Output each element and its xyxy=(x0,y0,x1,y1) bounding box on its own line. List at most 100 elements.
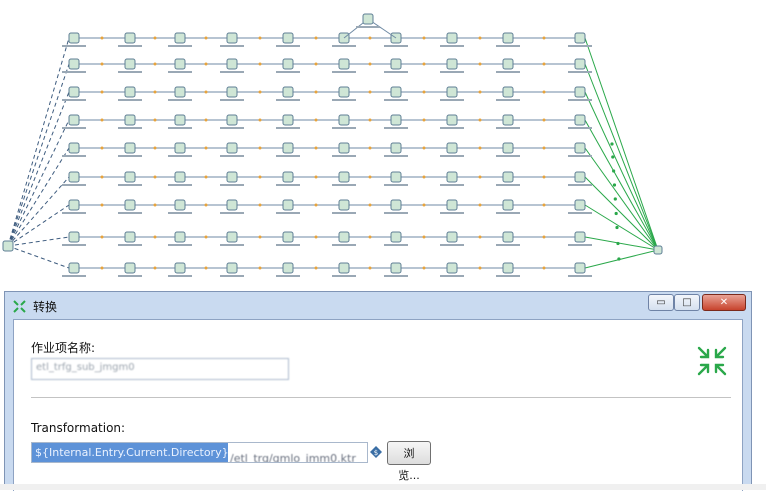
job-entry-label xyxy=(440,99,464,101)
hop-marker xyxy=(100,62,104,66)
job-entry-label xyxy=(276,155,300,157)
job-entry-node xyxy=(282,142,294,154)
job-entry-label xyxy=(568,212,592,214)
job-entry-label xyxy=(118,184,142,186)
svg-text:$: $ xyxy=(374,449,378,457)
job-entry-label xyxy=(332,155,356,157)
job-entry-name-field[interactable]: etl_trfg_sub_jmgm0 xyxy=(31,358,289,380)
hop-marker xyxy=(542,146,546,150)
job-entry-node xyxy=(174,86,186,98)
hop-marker xyxy=(368,62,372,66)
hop-marker xyxy=(368,175,372,179)
job-entry-label xyxy=(440,244,464,246)
success-marker xyxy=(616,241,620,246)
job-entry-node xyxy=(574,171,586,183)
job-entry-label xyxy=(168,155,192,157)
job-entry-label xyxy=(220,99,244,101)
job-entry-label xyxy=(568,244,592,246)
start-node xyxy=(2,240,14,252)
success-hop xyxy=(584,249,659,269)
hop-marker xyxy=(100,235,104,239)
hop-marker xyxy=(478,36,482,40)
status-strip xyxy=(0,484,766,490)
start-hop xyxy=(7,176,70,247)
minimize-button[interactable]: ▭ xyxy=(648,294,674,311)
job-entry-node xyxy=(338,262,350,274)
job-entry-label xyxy=(220,127,244,129)
hop-marker xyxy=(153,62,157,66)
start-hop xyxy=(7,37,70,247)
hop-marker xyxy=(100,118,104,122)
job-entry-label xyxy=(496,212,520,214)
job-entry-label xyxy=(496,155,520,157)
job-entry-label xyxy=(62,184,86,186)
job-entry-label xyxy=(220,244,244,246)
job-entry-node xyxy=(338,142,350,154)
job-entry-label xyxy=(220,184,244,186)
maximize-button[interactable]: □ xyxy=(674,294,700,311)
job-entry-node xyxy=(174,32,186,44)
job-entry-node xyxy=(446,86,458,98)
job-entry-node xyxy=(68,171,80,183)
job-entry-node xyxy=(574,58,586,70)
job-entry-label xyxy=(568,71,592,73)
hop-marker xyxy=(314,175,318,179)
job-entry-node xyxy=(502,171,514,183)
job-entry-label xyxy=(276,127,300,129)
transformation-dialog: 转换 ▭ □ ✕ 作业项名称: etl_trfg_sub_jmgm0 Trans… xyxy=(4,291,752,491)
success-node xyxy=(653,245,663,255)
job-entry-label xyxy=(118,45,142,47)
success-marker xyxy=(617,257,621,261)
job-entry-node xyxy=(68,231,80,243)
hop-marker xyxy=(422,90,426,94)
job-entry-node xyxy=(446,58,458,70)
hop-marker xyxy=(314,266,318,270)
job-entry-label xyxy=(168,71,192,73)
job-entry-node xyxy=(574,199,586,211)
job-entry-node xyxy=(574,262,586,274)
job-entry-label xyxy=(62,275,86,277)
hop-marker xyxy=(204,266,208,270)
start-hop xyxy=(7,63,70,247)
job-entry-node xyxy=(124,32,136,44)
job-entry-node xyxy=(282,32,294,44)
hop-marker xyxy=(153,175,157,179)
job-entry-label xyxy=(440,212,464,214)
hop-marker xyxy=(153,36,157,40)
hop-marker xyxy=(422,146,426,150)
hop-marker xyxy=(368,146,372,150)
job-entry-label xyxy=(118,155,142,157)
job-entry-label xyxy=(440,155,464,157)
job-entry-label xyxy=(440,71,464,73)
job-entry-label xyxy=(62,71,86,73)
hop-marker xyxy=(204,36,208,40)
transformation-path-field[interactable]: ${Internal.Entry.Current.Directory}/etl_… xyxy=(31,442,368,463)
kettle-job-icon xyxy=(13,300,26,313)
job-entry-node xyxy=(68,86,80,98)
job-entry-label xyxy=(384,155,408,157)
job-entry-node xyxy=(362,13,374,25)
hop-marker xyxy=(422,36,426,40)
browse-button[interactable]: 浏览... xyxy=(387,441,431,482)
hop-marker xyxy=(422,203,426,207)
variable-diamond-icon[interactable]: $ xyxy=(370,446,382,458)
shrink-arrows-icon[interactable] xyxy=(695,344,729,378)
hop-marker xyxy=(368,118,372,122)
hop-marker xyxy=(314,203,318,207)
dialog-titlebar[interactable]: 转换 ▭ □ ✕ xyxy=(5,292,751,318)
job-entry-label xyxy=(568,275,592,277)
job-entry-label xyxy=(496,127,520,129)
job-entry-label xyxy=(62,244,86,246)
job-entry-node xyxy=(226,114,238,126)
hop-marker xyxy=(368,90,372,94)
close-button[interactable]: ✕ xyxy=(702,294,746,311)
job-entry-label xyxy=(276,244,300,246)
hop-marker xyxy=(542,90,546,94)
job-entry-label xyxy=(118,127,142,129)
job-entry-node xyxy=(68,114,80,126)
hop-marker xyxy=(100,203,104,207)
job-entry-node xyxy=(390,142,402,154)
job-entry-label xyxy=(276,99,300,101)
job-entry-node xyxy=(446,32,458,44)
job-entry-node xyxy=(124,142,136,154)
